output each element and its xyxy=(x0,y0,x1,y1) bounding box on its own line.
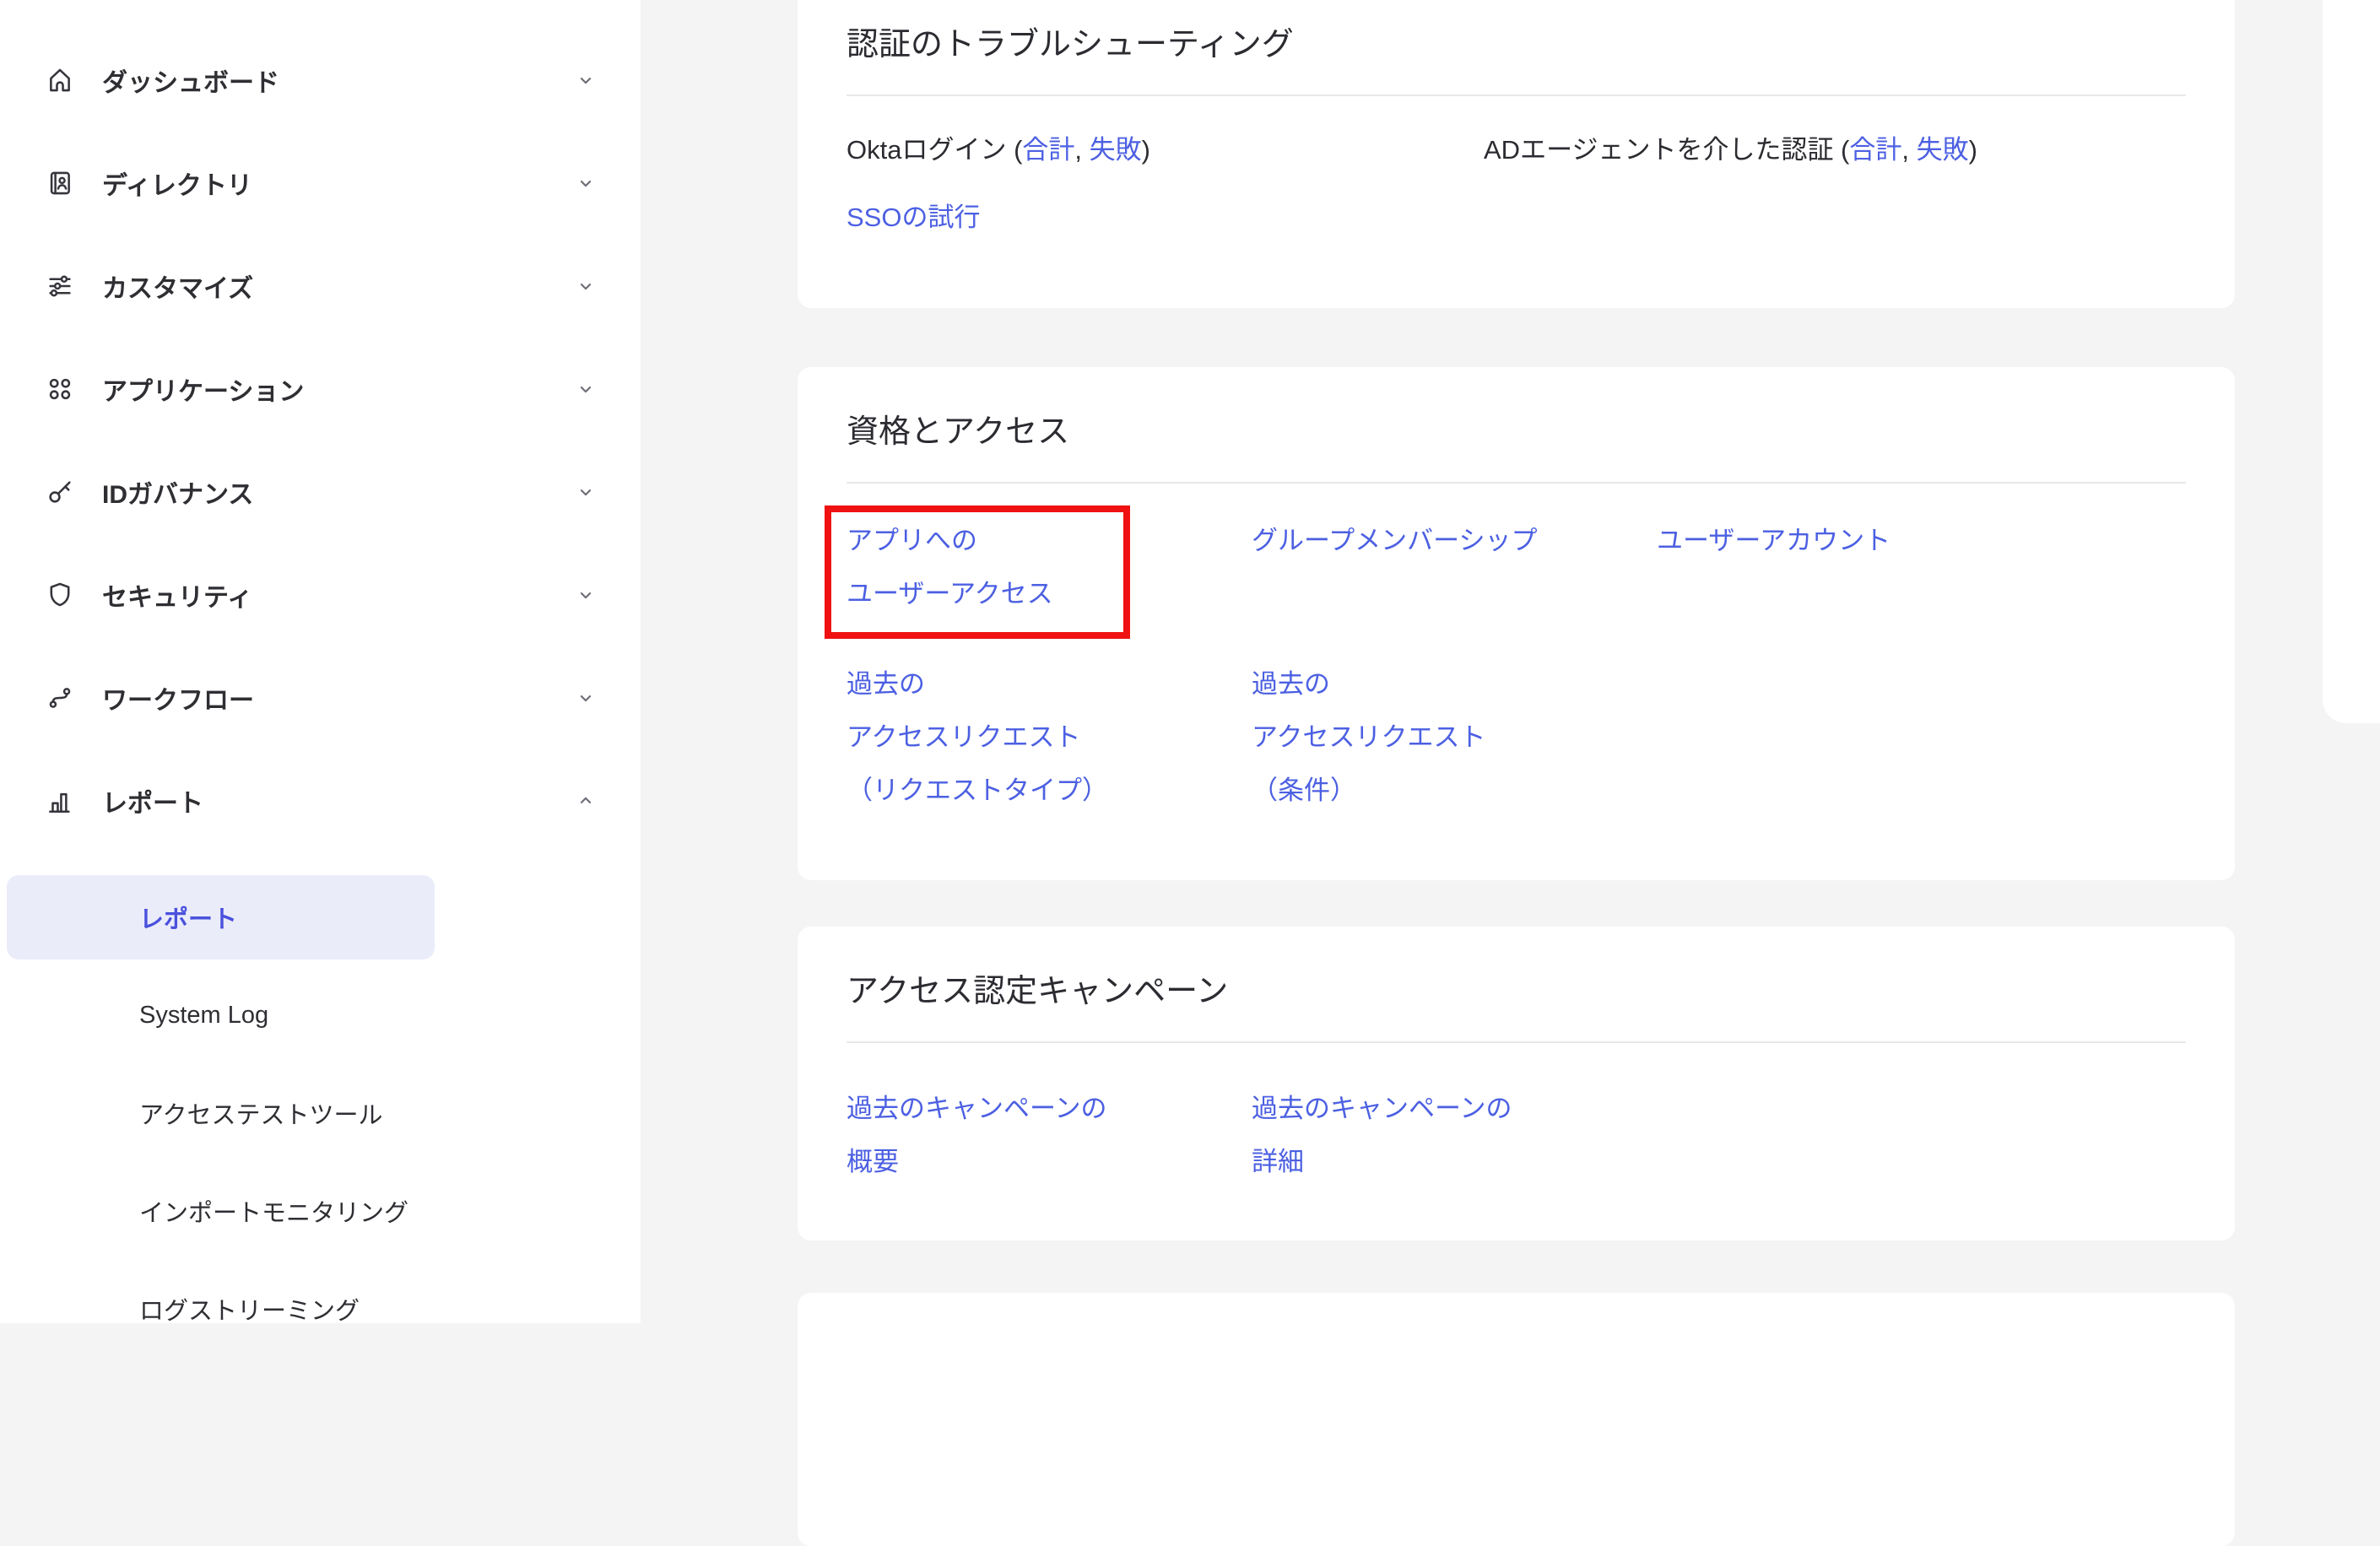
sidebar-item-identity-governance[interactable]: IDガバナンス xyxy=(0,441,641,543)
sidebar-item-label: ディレクトリ xyxy=(102,165,252,202)
link-line: ユーザーアクセス xyxy=(847,567,1252,620)
divider xyxy=(847,95,2186,96)
report-link-app-user-access[interactable]: アプリへの ユーザーアクセス xyxy=(847,514,1252,620)
okta-login-report: Oktaログイン (合計, 失敗) xyxy=(847,132,1484,169)
sidebar-item-applications[interactable]: アプリケーション xyxy=(0,338,641,441)
sidebar-item-workflows[interactable]: ワークフロー xyxy=(0,646,641,749)
customize-sliders-icon xyxy=(46,272,74,300)
link-line: 過去の xyxy=(1252,657,1657,711)
sidebar-subitem-access-testing-tool[interactable]: アクセステストツール xyxy=(0,1064,641,1162)
right-panel-clipped xyxy=(2323,0,2380,723)
link-line: 過去のキャンペーンの xyxy=(847,1082,1252,1135)
link-line: アプリへの xyxy=(847,514,1252,567)
card-title-entitlements: 資格とアクセス xyxy=(847,367,2186,451)
sidebar-item-security[interactable]: セキュリティ xyxy=(0,543,641,646)
link-line: （条件） xyxy=(1252,764,1657,817)
card-clipped-bottom xyxy=(798,1293,2235,1546)
sidebar-item-label: アプリケーション xyxy=(102,370,304,408)
paren-close: ) xyxy=(1969,135,1977,165)
sidebar-item-reports[interactable]: レポート xyxy=(0,749,641,852)
directory-icon xyxy=(46,169,74,197)
report-link-past-access-requests-by-condition[interactable]: 過去の アクセスリクエスト （条件） xyxy=(1252,657,1657,817)
chevron-down-icon xyxy=(573,582,598,608)
link-line: 過去のキャンペーンの xyxy=(1252,1082,1657,1135)
reports-bar-chart-icon xyxy=(46,787,74,815)
separator: , xyxy=(1901,135,1916,165)
ad-agent-total-link[interactable]: 合計 xyxy=(1849,135,1901,165)
sidebar-subitem-log-streaming[interactable]: ログストリーミング xyxy=(0,1260,641,1358)
chevron-up-icon xyxy=(573,788,598,814)
sidebar-subitem-system-log[interactable]: System Log xyxy=(0,966,641,1064)
report-link-past-campaign-summary[interactable]: 過去のキャンペーンの 概要 xyxy=(847,1082,1252,1188)
sidebar-subitem-label: アクセステストツール xyxy=(139,1095,383,1131)
security-shield-icon xyxy=(46,581,74,609)
divider xyxy=(847,1041,2186,1043)
link-line: ユーザーアカウント xyxy=(1657,514,2062,567)
report-link-past-campaign-details[interactable]: 過去のキャンペーンの 詳細 xyxy=(1252,1082,1657,1188)
link-line: （リクエストタイプ） xyxy=(847,764,1252,817)
link-line: アクセスリクエスト xyxy=(1252,711,1657,764)
apps-grid-icon xyxy=(46,375,74,403)
chevron-down-icon xyxy=(573,273,598,299)
ad-agent-label: ADエージェントを介した認証 ( xyxy=(1484,135,1849,165)
ad-agent-failed-link[interactable]: 失敗 xyxy=(1917,135,1969,165)
home-icon xyxy=(46,66,74,95)
chevron-down-icon xyxy=(573,170,598,196)
sidebar-subitem-label: インポートモニタリング xyxy=(139,1193,408,1229)
report-link-user-accounts[interactable]: ユーザーアカウント xyxy=(1657,514,2062,620)
sidebar-item-label: セキュリティ xyxy=(102,576,252,614)
link-line: グループメンバーシップ xyxy=(1252,514,1657,567)
card-title-auth: 認証のトラブルシューティング xyxy=(847,0,2186,64)
okta-login-failed-link[interactable]: 失敗 xyxy=(1090,135,1142,165)
sidebar-subitem-label: レポート xyxy=(139,900,237,935)
okta-login-total-link[interactable]: 合計 xyxy=(1022,135,1074,165)
separator: , xyxy=(1074,135,1089,165)
link-line: 過去の xyxy=(847,657,1252,711)
sidebar-item-directory[interactable]: ディレクトリ xyxy=(0,132,641,235)
sidebar-item-dashboard[interactable]: ダッシュボード xyxy=(0,29,641,132)
sidebar-item-label: IDガバナンス xyxy=(102,473,253,511)
chevron-down-icon xyxy=(573,479,598,505)
sidebar-subitem-label: System Log xyxy=(139,1002,268,1030)
divider xyxy=(847,482,2186,484)
sidebar: ダッシュボード ディレクトリ カスタマイズ xyxy=(0,0,641,1323)
sidebar-item-label: ダッシュボード xyxy=(102,62,279,99)
sidebar-subitem-reports[interactable]: レポート xyxy=(7,875,435,959)
main-content: 認証のトラブルシューティング Oktaログイン (合計, 失敗) ADエージェン… xyxy=(798,0,2235,1546)
card-entitlements-access: 資格とアクセス アプリへの ユーザーアクセス グループメンバーシップ ユーザーア… xyxy=(798,367,2235,880)
sidebar-subitem-label: ログストリーミング xyxy=(139,1291,360,1327)
governance-key-icon xyxy=(46,478,74,506)
workflow-icon xyxy=(46,684,74,712)
sidebar-subitem-import-monitoring[interactable]: インポートモニタリング xyxy=(0,1162,641,1260)
paren-close: ) xyxy=(1142,135,1150,165)
sidebar-item-label: ワークフロー xyxy=(102,679,254,716)
report-link-past-access-requests-by-type[interactable]: 過去の アクセスリクエスト （リクエストタイプ） xyxy=(847,657,1252,817)
sidebar-item-customize[interactable]: カスタマイズ xyxy=(0,235,641,338)
link-line: アクセスリクエスト xyxy=(847,711,1252,764)
chevron-down-icon xyxy=(573,376,598,402)
card-access-certification-campaigns: アクセス認定キャンペーン 過去のキャンペーンの 概要 過去のキャンペーンの 詳細 xyxy=(798,927,2235,1241)
okta-login-label: Oktaログイン ( xyxy=(847,135,1022,165)
card-auth-troubleshooting: 認証のトラブルシューティング Oktaログイン (合計, 失敗) ADエージェン… xyxy=(798,0,2235,308)
link-line: 概要 xyxy=(847,1135,1252,1188)
chevron-down-icon xyxy=(573,685,598,711)
link-line: 詳細 xyxy=(1252,1135,1657,1188)
card-title-campaigns: アクセス認定キャンペーン xyxy=(847,927,2186,1011)
ad-agent-auth-report: ADエージェントを介した認証 (合計, 失敗) xyxy=(1484,132,1977,169)
sso-attempts-link[interactable]: SSOの試行 xyxy=(847,203,980,232)
sidebar-item-label: レポート xyxy=(102,782,203,819)
sidebar-item-label: カスタマイズ xyxy=(102,268,253,305)
chevron-down-icon xyxy=(573,68,598,93)
report-link-group-membership[interactable]: グループメンバーシップ xyxy=(1252,514,1657,620)
